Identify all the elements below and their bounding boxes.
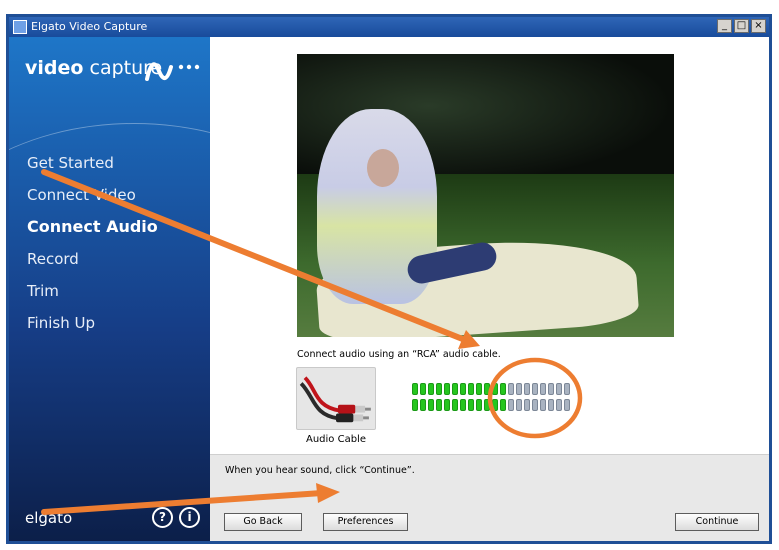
meter-segment <box>420 383 426 395</box>
meter-segment <box>564 383 570 395</box>
brand-logo: video capture <box>25 57 162 79</box>
step-connect-video[interactable]: Connect Video <box>27 179 158 211</box>
bottom-bar: When you hear sound, click “Continue”. G… <box>210 454 769 541</box>
step-record[interactable]: Record <box>27 243 158 275</box>
meter-segment <box>428 399 434 411</box>
meter-segment <box>540 399 546 411</box>
window-title: Elgato Video Capture <box>31 20 148 33</box>
meter-segment <box>420 399 426 411</box>
meter-segment <box>412 383 418 395</box>
meter-segment <box>444 399 450 411</box>
meter-segment <box>468 383 474 395</box>
meter-row-right <box>412 399 570 411</box>
title-bar[interactable]: Elgato Video Capture _ □ × <box>9 17 769 37</box>
step-connect-audio[interactable]: Connect Audio <box>27 211 158 243</box>
main-panel: Connect audio using an “RCA” audio cable… <box>210 37 769 541</box>
audio-instruction: Connect audio using an “RCA” audio cable… <box>297 349 501 360</box>
preferences-button[interactable]: Preferences <box>323 513 408 531</box>
sidebar: video capture Get Started Connect Video … <box>9 37 210 541</box>
meter-segment <box>532 399 538 411</box>
meter-segment <box>524 383 530 395</box>
meter-segment <box>556 383 562 395</box>
help-icon[interactable]: ? <box>152 507 173 528</box>
app-window: Elgato Video Capture _ □ × video capture… <box>6 14 772 544</box>
step-trim[interactable]: Trim <box>27 275 158 307</box>
brand-bold: video <box>25 57 84 79</box>
meter-segment <box>484 383 490 395</box>
meter-segment <box>508 399 514 411</box>
info-icon[interactable]: i <box>179 507 200 528</box>
meter-segment <box>460 399 466 411</box>
minimize-button[interactable]: _ <box>717 19 732 33</box>
meter-segment <box>492 383 498 395</box>
meter-segment <box>508 383 514 395</box>
brand-wave-icon <box>145 62 200 81</box>
meter-segment <box>412 399 418 411</box>
meter-segment <box>524 399 530 411</box>
meter-segment <box>460 383 466 395</box>
meter-segment <box>516 399 522 411</box>
continue-button[interactable]: Continue <box>675 513 759 531</box>
step-get-started[interactable]: Get Started <box>27 147 158 179</box>
meter-segment <box>516 383 522 395</box>
meter-segment <box>556 399 562 411</box>
maximize-button[interactable]: □ <box>734 19 749 33</box>
meter-segment <box>500 399 506 411</box>
rca-cable-icon <box>299 376 371 423</box>
meter-segment <box>436 399 442 411</box>
meter-segment <box>436 383 442 395</box>
meter-segment <box>444 383 450 395</box>
meter-segment <box>564 399 570 411</box>
elgato-logo: elgato <box>25 509 73 527</box>
continue-hint: When you hear sound, click “Continue”. <box>225 465 415 476</box>
app-icon <box>13 20 27 34</box>
window-controls: _ □ × <box>717 19 766 33</box>
meter-segment <box>476 383 482 395</box>
meter-segment <box>548 399 554 411</box>
meter-segment <box>452 399 458 411</box>
step-nav: Get Started Connect Video Connect Audio … <box>27 147 158 339</box>
audio-cable-tile <box>296 367 376 430</box>
meter-segment <box>492 399 498 411</box>
meter-segment <box>540 383 546 395</box>
meter-segment <box>548 383 554 395</box>
meter-segment <box>468 399 474 411</box>
meter-segment <box>428 383 434 395</box>
meter-segment <box>484 399 490 411</box>
meter-segment <box>476 399 482 411</box>
meter-segment <box>500 383 506 395</box>
meter-row-left <box>412 383 570 395</box>
close-button[interactable]: × <box>751 19 766 33</box>
video-face <box>367 149 399 187</box>
audio-level-meter <box>412 383 570 415</box>
step-finish-up[interactable]: Finish Up <box>27 307 158 339</box>
video-preview <box>297 54 674 337</box>
go-back-button[interactable]: Go Back <box>224 513 302 531</box>
meter-segment <box>452 383 458 395</box>
meter-segment <box>532 383 538 395</box>
audio-cable-label: Audio Cable <box>306 434 366 445</box>
